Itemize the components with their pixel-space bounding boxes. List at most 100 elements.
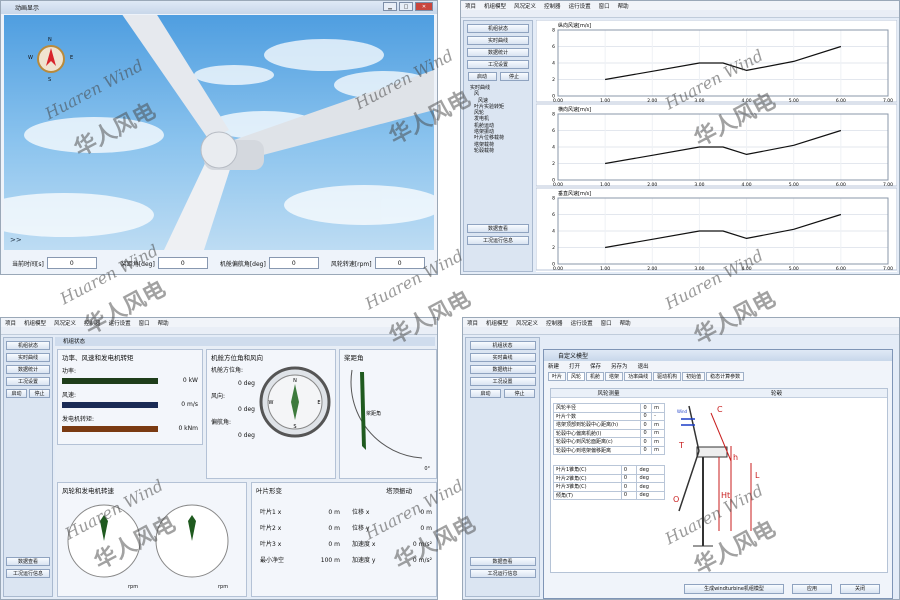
tower-value: 0 m/s² — [412, 541, 432, 548]
menu-item-controller[interactable]: 控制器 — [544, 2, 561, 10]
apply-button[interactable]: 应用 — [792, 584, 832, 594]
run-info-button[interactable]: 工况运行信息 — [6, 569, 50, 578]
menu-item-wind[interactable]: 风况定义 — [516, 319, 538, 327]
tab-steady[interactable]: 稳态计算参数 — [706, 372, 745, 381]
tab-tower[interactable]: 塔架 — [605, 372, 624, 381]
curves-button[interactable]: 实时曲线 — [467, 36, 529, 45]
turbine-scene: N W E S >> — [4, 15, 434, 250]
status-button[interactable]: 机组状态 — [467, 24, 529, 33]
tree-item[interactable]: 轮毂载荷 — [470, 148, 532, 154]
tab-initial[interactable]: 初始值 — [682, 372, 706, 381]
generate-model-button[interactable]: 生成windturbine机组模型 — [684, 584, 784, 594]
dialog-menu-save[interactable]: 保存 — [590, 362, 601, 370]
menu-item-help[interactable]: 帮助 — [158, 319, 169, 327]
status-button[interactable]: 机组状态 — [6, 341, 50, 350]
pitch-unit: 0° — [424, 466, 430, 472]
param-input[interactable]: 0 — [640, 445, 653, 455]
case-button[interactable]: 工况设置 — [467, 60, 529, 69]
clearance-label: 最小净空 — [260, 557, 285, 564]
y-tick-label: 8 — [552, 196, 555, 202]
rotor-diagram: Wind C T h L Ht O — [671, 401, 771, 551]
stop-button[interactable]: 停止 — [29, 389, 50, 398]
param-input[interactable]: 0 — [640, 420, 653, 430]
menu-item-run[interactable]: 运行设置 — [569, 2, 591, 10]
menu-item-help[interactable]: 帮助 — [618, 2, 629, 10]
menu-item-run[interactable]: 运行设置 — [109, 319, 131, 327]
param-input[interactable]: 0 — [640, 428, 653, 438]
param-input[interactable]: 0 — [620, 482, 638, 492]
param-input[interactable]: 0 — [640, 403, 653, 413]
case-button[interactable]: 工况设置 — [469, 377, 536, 386]
menu-item-model[interactable]: 机组模型 — [486, 319, 508, 327]
start-button[interactable]: 启动 — [467, 72, 497, 81]
menu-item-project[interactable]: 项目 — [5, 319, 16, 327]
tab-rotor[interactable]: 风轮 — [567, 372, 586, 381]
power-panel: 功率、风速和发电机转矩 功率: 0 kW 风速: 0 m/s 发电机转矩: 0 … — [57, 349, 203, 445]
param-unit: deg — [636, 473, 665, 483]
start-button[interactable]: 启动 — [470, 389, 501, 398]
curves-button[interactable]: 实时曲线 — [469, 353, 536, 362]
status-button[interactable]: 机组状态 — [469, 341, 536, 350]
x-tick-label: 3.00 — [694, 98, 704, 104]
generator-speed-gauge-icon — [155, 504, 229, 578]
y-tick-label: 2 — [552, 77, 555, 83]
rpm-unit: rpm — [128, 584, 139, 590]
tree-view: 实时曲线 风 风速 叶片实验转矩 风轮 发电机 机舱运动 塔架振动 叶片位移载荷… — [470, 85, 532, 154]
menu-item-window[interactable]: 窗口 — [139, 319, 150, 327]
tab-power-curve[interactable]: 功率曲线 — [624, 372, 653, 381]
y-tick-label: 6 — [552, 212, 555, 218]
run-info-button[interactable]: 工况运行信息 — [469, 569, 536, 578]
yaw-field[interactable]: 0 — [268, 257, 319, 269]
model-window: 项目 机组模型 风况定义 控制器 运行设置 窗口 帮助 机组状态 实时曲线 数据… — [462, 317, 900, 600]
dialog-menu-saveas[interactable]: 另存为 — [611, 362, 628, 370]
menu-item-model[interactable]: 机组模型 — [484, 2, 506, 10]
dialog-menu-exit[interactable]: 退出 — [638, 362, 649, 370]
stop-button[interactable]: 停止 — [504, 389, 535, 398]
menu-item-run[interactable]: 运行设置 — [571, 319, 593, 327]
curves-button[interactable]: 实时曲线 — [6, 353, 50, 362]
case-button[interactable]: 工况设置 — [6, 377, 50, 386]
menu-item-window[interactable]: 窗口 — [599, 2, 610, 10]
time-field[interactable]: 0 — [46, 257, 97, 269]
param-input[interactable]: 0 — [620, 465, 638, 475]
stats-button[interactable]: 数据统计 — [467, 48, 529, 57]
rotor-speed-field[interactable]: 0 — [374, 257, 425, 269]
expand-button[interactable]: >> — [10, 236, 22, 244]
dialog-menu-open[interactable]: 打开 — [569, 362, 580, 370]
menu-item-wind[interactable]: 风况定义 — [514, 2, 536, 10]
param-input[interactable]: 0 — [640, 411, 653, 421]
menu-item-model[interactable]: 机组模型 — [24, 319, 46, 327]
param-input[interactable]: 0 — [620, 473, 638, 483]
menu-item-window[interactable]: 窗口 — [601, 319, 612, 327]
param-input[interactable]: 0 — [620, 490, 638, 500]
tower-label: 加速度 x — [352, 541, 376, 548]
pitch-field[interactable]: 0 — [157, 257, 208, 269]
menu-item-controller[interactable]: 控制器 — [84, 319, 101, 327]
dialog-menu-new[interactable]: 新建 — [548, 362, 559, 370]
menu-item-wind[interactable]: 风况定义 — [54, 319, 76, 327]
menu-item-controller[interactable]: 控制器 — [546, 319, 563, 327]
tab-blade[interactable]: 叶片 — [548, 372, 567, 381]
stats-button[interactable]: 数据统计 — [6, 365, 50, 374]
menu-item-project[interactable]: 项目 — [465, 2, 476, 10]
data-view-button[interactable]: 数据查看 — [6, 557, 50, 566]
animation-window: 动画显示 ▁ □ ✕ N W E S >> 当前时间[s] 0 桨距角[deg]… — [0, 0, 438, 275]
menu-item-help[interactable]: 帮助 — [620, 319, 631, 327]
run-info-button[interactable]: 工况运行信息 — [467, 236, 529, 245]
stop-button[interactable]: 停止 — [499, 72, 529, 81]
tab-nacelle[interactable]: 机舱 — [586, 372, 605, 381]
param-label: 轮毂中心偏离机舱(l) — [552, 428, 642, 438]
param-input[interactable]: 0 — [640, 437, 653, 447]
start-button[interactable]: 启动 — [6, 389, 27, 398]
stats-button[interactable]: 数据统计 — [469, 365, 536, 374]
close-dialog-button[interactable]: 关闭 — [840, 584, 880, 594]
data-view-button[interactable]: 数据查看 — [469, 557, 536, 566]
diagram-label-l: L — [755, 471, 760, 480]
close-button[interactable]: ✕ — [415, 2, 433, 11]
tab-drive[interactable]: 驱动机构 — [653, 372, 682, 381]
menu-item-project[interactable]: 项目 — [467, 319, 478, 327]
minimize-button[interactable]: ▁ — [383, 2, 397, 11]
maximize-button[interactable]: □ — [399, 2, 413, 11]
nacelle-panel: 机舱方位角和风向 机舱方位角: 0 deg 风向: 0 deg 偏航角: 0 d… — [206, 349, 336, 479]
data-view-button[interactable]: 数据查看 — [467, 224, 529, 233]
